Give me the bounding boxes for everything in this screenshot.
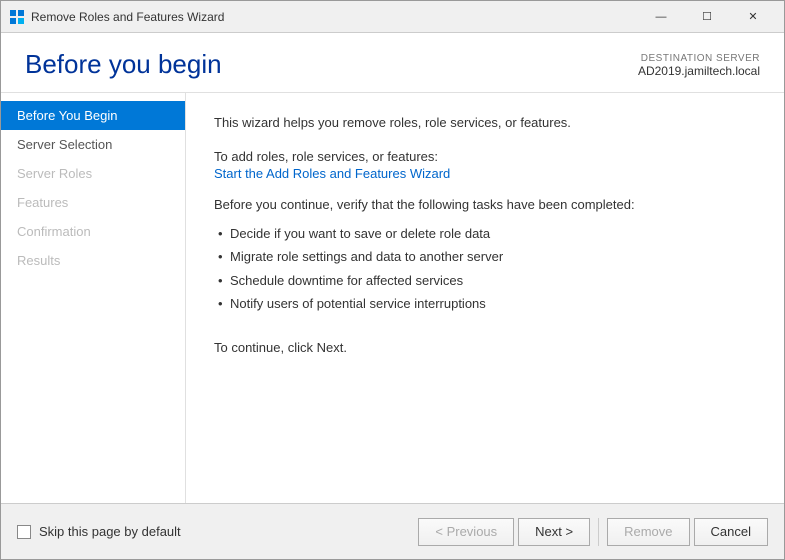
main-content: Before you begin DESTINATION SERVER AD20… [1, 33, 784, 503]
sidebar-item-server-roles: Server Roles [1, 159, 185, 188]
sidebar-item-features: Features [1, 188, 185, 217]
footer-buttons: < Previous Next > Remove Cancel [418, 518, 768, 546]
sidebar-item-results: Results [1, 246, 185, 275]
close-button[interactable]: ✕ [730, 1, 776, 33]
destination-server-name: AD2019.jamiltech.local [638, 64, 760, 78]
verify-prompt: Before you continue, verify that the fol… [214, 197, 756, 212]
add-roles-prompt: To add roles, role services, or features… [214, 149, 756, 164]
destination-server-info: DESTINATION SERVER AD2019.jamiltech.loca… [638, 53, 760, 78]
titlebar-controls: — ☐ ✕ [638, 1, 776, 33]
list-item: Migrate role settings and data to anothe… [214, 245, 756, 269]
page-header: Before you begin DESTINATION SERVER AD20… [1, 33, 784, 92]
add-roles-section: To add roles, role services, or features… [214, 149, 756, 181]
list-item: Schedule downtime for affected services [214, 269, 756, 293]
sidebar: Before You Begin Server Selection Server… [1, 93, 186, 503]
button-separator [598, 518, 599, 546]
minimize-button[interactable]: — [638, 1, 684, 33]
footer-left: Skip this page by default [17, 524, 418, 539]
list-item: Notify users of potential service interr… [214, 292, 756, 316]
bullet-list: Decide if you want to save or delete rol… [214, 222, 756, 316]
maximize-button[interactable]: ☐ [684, 1, 730, 33]
previous-button[interactable]: < Previous [418, 518, 514, 546]
verify-section: Before you continue, verify that the fol… [214, 197, 756, 316]
page-title: Before you begin [25, 49, 222, 80]
skip-page-checkbox-container[interactable]: Skip this page by default [17, 524, 181, 539]
app-icon [9, 9, 25, 25]
list-item: Decide if you want to save or delete rol… [214, 222, 756, 246]
sidebar-item-server-selection[interactable]: Server Selection [1, 130, 185, 159]
body-area: Before You Begin Server Selection Server… [1, 92, 784, 503]
titlebar-title: Remove Roles and Features Wizard [31, 10, 638, 24]
wizard-window: Remove Roles and Features Wizard — ☐ ✕ B… [0, 0, 785, 560]
sidebar-item-before-you-begin[interactable]: Before You Begin [1, 101, 185, 130]
add-roles-link[interactable]: Start the Add Roles and Features Wizard [214, 166, 450, 181]
next-button[interactable]: Next > [518, 518, 590, 546]
destination-server-label: DESTINATION SERVER [638, 53, 760, 64]
sidebar-item-confirmation: Confirmation [1, 217, 185, 246]
content-intro: This wizard helps you remove roles, role… [214, 113, 756, 133]
cancel-button[interactable]: Cancel [694, 518, 768, 546]
continue-text: To continue, click Next. [214, 340, 756, 355]
footer: Skip this page by default < Previous Nex… [1, 503, 784, 559]
skip-page-label: Skip this page by default [39, 524, 181, 539]
skip-page-checkbox[interactable] [17, 525, 31, 539]
content-area: This wizard helps you remove roles, role… [186, 93, 784, 503]
remove-button[interactable]: Remove [607, 518, 689, 546]
titlebar: Remove Roles and Features Wizard — ☐ ✕ [1, 1, 784, 33]
